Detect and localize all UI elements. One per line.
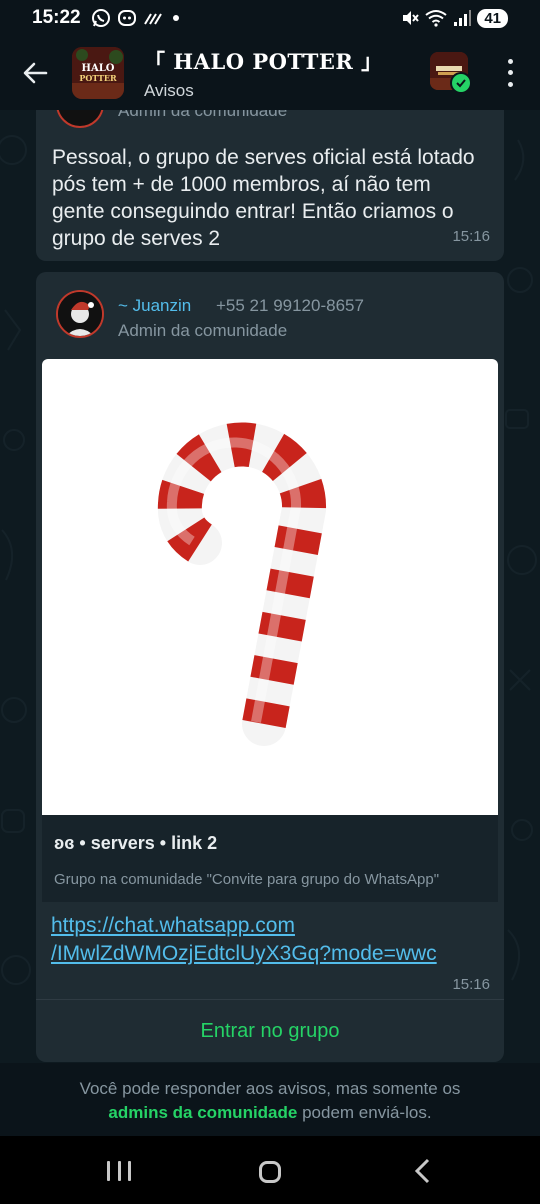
chat-header: HALO POTTER 「 HALO POTTER 」 Avisos [0, 36, 540, 110]
sender-avatar[interactable] [56, 290, 104, 338]
sender-avatar[interactable] [56, 110, 104, 128]
back-button[interactable] [18, 56, 52, 90]
footer-line-2: admins da comunidade podem enviá-los. [0, 1101, 540, 1125]
invite-link-line: https://chat.whatsapp.com [51, 914, 295, 937]
invite-link[interactable]: https://chat.whatsapp.com /IMwlZdWMOzjEd… [51, 912, 437, 968]
nav-back-icon[interactable] [412, 1158, 432, 1184]
sender-role: Admin da comunidade [118, 321, 288, 340]
footer-line-1: Você pode responder aos avisos, mas some… [79, 1079, 461, 1098]
group-avatar-image: HALO POTTER [72, 47, 124, 99]
link-preview-image[interactable] [42, 359, 498, 815]
message-time: 15:16 [452, 228, 490, 245]
mute-icon [403, 11, 420, 25]
group-subtitle: Avisos [144, 80, 194, 100]
home-button[interactable] [259, 1161, 281, 1183]
status-time: 15:22 [32, 7, 81, 28]
invite-link-line: /IMwlZdWMOzjEdtclUyX3Gq?mode=wwc [51, 942, 437, 965]
sender-phone: +55 21 99120-8657 [216, 296, 364, 315]
candy-cane-image [157, 422, 327, 746]
preview-description: Grupo na comunidade "Convite para grupo … [54, 871, 440, 888]
community-check-icon [450, 72, 472, 94]
recent-apps-button[interactable] [107, 1161, 131, 1181]
message-time: 15:16 [452, 976, 490, 993]
recent-bar-icon [128, 1161, 131, 1181]
menu-dot-icon [507, 81, 513, 87]
cell-signal-icon [454, 10, 472, 26]
whatsapp-icon [91, 9, 110, 27]
status-bar: 15:22 41 [0, 0, 540, 36]
group-avatar[interactable]: HALO POTTER [72, 47, 124, 99]
more-options-button[interactable] [498, 56, 522, 90]
system-icons: 41 [401, 8, 508, 28]
menu-dot-icon [507, 59, 513, 65]
preview-title: ʚɞ • servers • link 2 [54, 833, 218, 853]
join-group-button[interactable]: Entrar no grupo [36, 1000, 504, 1062]
wifi-icon [425, 10, 447, 27]
group-title: 「 HALO POTTER 」 [144, 48, 383, 74]
header-texts[interactable]: 「 HALO POTTER 」 Avisos [144, 46, 383, 101]
message-bubble[interactable]: Admin da comunidade Pessoal, o grupo de … [36, 110, 504, 261]
message-text: Pessoal, o grupo de serves oficial está … [52, 146, 475, 250]
message-bubble[interactable]: ~ Juanzin +55 21 99120-8657 Admin da com… [36, 272, 504, 1062]
sender-role: Admin da comunidade [118, 110, 288, 120]
menu-dot-icon [507, 70, 513, 76]
battery-indicator: 41 [477, 8, 508, 28]
notification-icons [91, 8, 183, 28]
announcement-footer: Você pode responder aos avisos, mas some… [0, 1063, 540, 1136]
arrow-left-icon [23, 62, 48, 84]
svg-text:POTTER: POTTER [79, 73, 117, 83]
santa-avatar-image [58, 292, 102, 336]
footer-tail: podem enviá-los. [302, 1103, 432, 1122]
dot-icon [172, 15, 179, 21]
discord-icon [117, 10, 136, 26]
recent-bar-icon [117, 1161, 121, 1181]
admins-link[interactable]: admins da comunidade [108, 1103, 297, 1122]
chat-area[interactable]: Admin da comunidade Pessoal, o grupo de … [0, 110, 540, 1063]
recent-bar-icon [107, 1161, 110, 1181]
sender-name[interactable]: ~ Juanzin [118, 296, 191, 316]
system-nav-bar [0, 1136, 540, 1204]
signal-icon [143, 13, 162, 25]
link-preview-info[interactable]: ʚɞ • servers • link 2 Grupo na comunidad… [42, 815, 498, 902]
